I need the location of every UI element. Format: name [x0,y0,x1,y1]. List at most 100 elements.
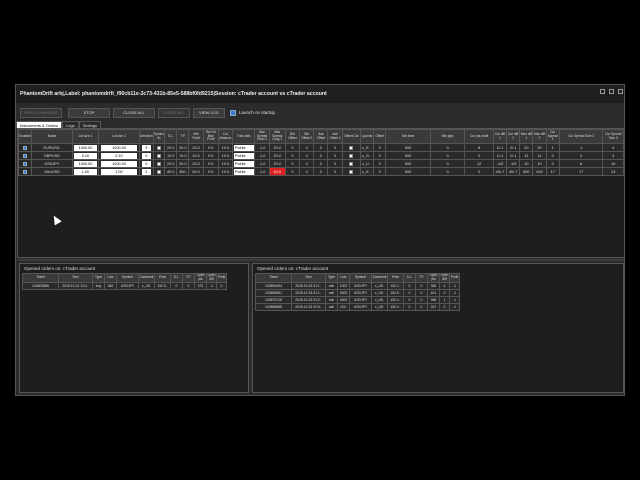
value-cell[interactable]: 10.0 [176,151,190,160]
column-header[interactable]: Max diff 1 [519,129,534,144]
launch-on-startup-checkbox[interactable] [230,110,236,116]
column-header[interactable]: Offset [373,129,387,144]
column-header[interactable]: Open pts [427,273,440,283]
trail-units-select[interactable]: Points [233,144,254,151]
direction-input[interactable]: 2 [141,168,151,175]
value-cell[interactable]: 50.0 [188,167,204,176]
column-header[interactable]: Ticket [22,273,59,283]
value-cell[interactable]: 20.0 [164,143,178,152]
lot-size-1-input[interactable]: 1000.00 [74,144,97,151]
column-header[interactable]: Cur diff 1 [492,129,508,144]
pane-splitter[interactable] [17,259,624,261]
column-header[interactable]: Cur Spread 1 [545,129,560,144]
value-cell[interactable]: 0 [313,151,329,160]
value-cell[interactable]: 0 [373,151,387,160]
column-header[interactable]: Profit [216,273,227,283]
tab-logs[interactable]: Logs [62,121,79,128]
column-header[interactable]: Enabled [18,129,33,144]
value-cell[interactable]: -1.0 [254,143,270,152]
lot-size-2-input[interactable]: 1000.00 [101,160,137,167]
value-cell[interactable]: 500 [385,143,431,152]
column-header[interactable]: Open diff [439,273,450,283]
column-header[interactable]: Symbol fix [152,129,166,144]
value-cell[interactable]: -1.0 [254,167,270,176]
value-cell[interactable]: 25.0 [188,143,204,152]
column-header[interactable]: Type [325,273,338,283]
column-header[interactable]: Ask Offset 2 [327,129,343,144]
column-header[interactable]: Direction [138,129,154,144]
value-cell[interactable]: 20.0 [176,143,190,152]
value-cell[interactable]: 10.0 [217,159,234,168]
value-cell[interactable]: 0 [327,143,343,152]
value-cell[interactable]: 0 [429,151,466,160]
offset-cut-checkbox[interactable] [349,153,354,158]
trail-units-select[interactable]: Points [233,168,254,175]
column-header[interactable]: Rev lot Max Profit [202,129,219,144]
close-icon[interactable] [618,89,623,94]
direction-input[interactable]: 3 [141,144,151,151]
enabled-checkbox[interactable] [23,161,28,166]
symbol-fix-checkbox[interactable] [157,145,162,150]
trail-units-select[interactable]: Points [233,160,254,167]
column-header[interactable]: Type [92,273,105,283]
value-cell[interactable]: 0 [284,151,301,160]
value-cell[interactable]: 20.0 [268,143,286,152]
value-cell[interactable]: c_U. [359,159,375,168]
column-header[interactable]: Lot size 1 [71,129,100,144]
value-cell[interactable]: 40.0 [164,167,178,176]
value-cell[interactable]: 0 [373,167,387,176]
instrument-row[interactable]: GBPUSD 0.10 0.10 0 10.0 10.0 10.0 0.0 10.0 Points… [18,151,624,160]
lot-size-1-input[interactable]: 1.00 [74,168,97,175]
direction-input[interactable]: 0 [141,160,151,167]
column-header[interactable]: T.P. [415,273,428,283]
symbol-fix-checkbox[interactable] [157,153,162,158]
column-header[interactable]: Max Spread Short 1 [254,129,270,144]
value-cell[interactable]: 20.0 [268,159,286,168]
value-cell[interactable]: 0 [313,159,329,168]
value-cell[interactable]: 500 [385,151,431,160]
value-cell[interactable]: 0 [284,167,301,176]
column-header[interactable]: Lots [337,273,350,283]
value-cell[interactable]: -1.0 [254,159,270,168]
order-row[interactable]: 103894694 2025.10.23 01:1.. sell 1000 USDJPY… [255,282,460,290]
value-cell[interactable]: c_X. [359,167,375,176]
value-cell[interactable]: 0 [327,167,343,176]
instrument-row[interactable]: USDJPY 1000.00 1000.00 0 20.0 20.0 25.0 0.0 10.0… [18,159,624,168]
order-row[interactable]: 103895881 2025.10.23 01:1.. sell 3000 USDJPY… [255,289,460,297]
value-cell[interactable]: 0 [429,159,466,168]
column-header[interactable]: Min pips [429,129,466,144]
value-cell[interactable]: 0 [429,167,466,176]
value-cell[interactable]: 0 [313,167,329,176]
value-cell[interactable]: -1.0 [254,151,270,160]
column-header[interactable]: S.L. [170,273,183,283]
column-header[interactable]: Bid Offset 2 [299,129,315,144]
value-cell[interactable]: 500 [385,159,431,168]
value-cell[interactable]: 0 [284,143,301,152]
value-cell[interactable]: 0 [299,167,315,176]
column-header[interactable]: Lots [104,273,117,283]
instrument-row[interactable]: XAUUSD 1.00 1.00 2 40.0 300. 50.0 0.0 10.0 Points… [18,167,624,176]
symbol-fix-checkbox[interactable] [157,161,162,166]
value-cell[interactable]: 0.0 [202,143,219,152]
column-header[interactable]: Max Spread Long 1 [268,129,286,144]
order-row[interactable]: 104805886 2025.10.23 13:4.. buy 340 USDJPY c_… [22,282,227,290]
apply-changes-button[interactable]: APPLY CHANGES [20,108,62,118]
column-header[interactable]: T.P. [176,129,190,144]
value-cell[interactable]: 0.0 [202,151,219,160]
enabled-checkbox[interactable] [23,145,28,150]
column-header[interactable]: Time [291,273,326,283]
close-all-disabled-button[interactable]: CLOSE ALL [158,108,190,118]
lot-size-2-input[interactable]: 1.00 [101,168,137,175]
offset-cut-checkbox[interactable] [349,145,354,150]
tab-instruments-orders[interactable]: Instruments & Orders [16,121,63,128]
column-header[interactable]: Symbol [349,273,372,283]
column-header[interactable]: Open diff [206,273,217,283]
view-log-button[interactable]: VIEW LOG [193,108,225,118]
column-header[interactable]: Name [31,129,73,144]
value-cell[interactable]: 500 [385,167,431,176]
value-cell[interactable]: 20.0 [268,151,286,160]
column-header[interactable]: Offset Cut [341,129,361,144]
value-cell[interactable]: 25.0 [188,159,204,168]
offset-cut-checkbox[interactable] [349,161,354,166]
value-cell[interactable]: 10.0 [217,143,234,152]
